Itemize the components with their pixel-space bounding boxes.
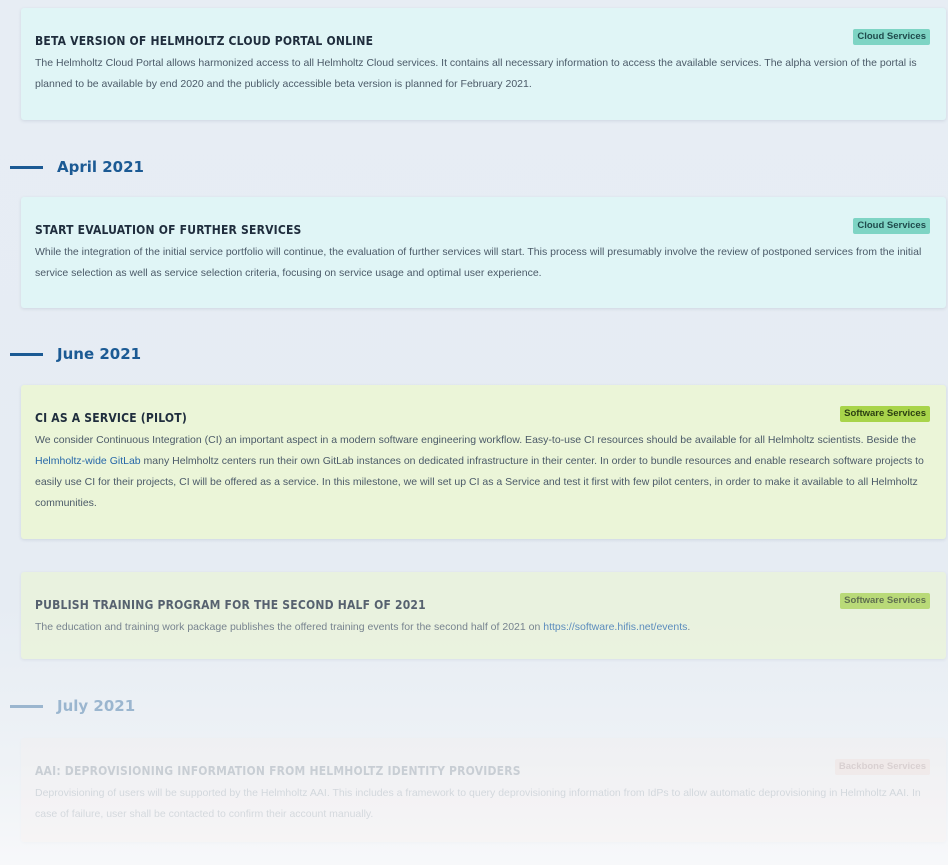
category-badge[interactable]: Software Services: [840, 406, 930, 422]
gitlab-link[interactable]: Helmholtz-wide GitLab: [35, 455, 141, 467]
month-heading: June 2021: [0, 344, 141, 364]
category-badge[interactable]: Software Services: [840, 593, 930, 609]
category-badge[interactable]: Cloud Services: [853, 218, 930, 234]
category-badge[interactable]: Backbone Services: [834, 759, 930, 775]
milestone-title: START EVALUATION OF FURTHER SERVICES: [35, 223, 302, 237]
milestone-card: Backbone Services AAI: DEPROVISIONING IN…: [21, 738, 946, 842]
milestone-card: Software Services CI AS A SERVICE (PILOT…: [21, 385, 946, 539]
month-label: April 2021: [57, 158, 144, 176]
training-events-link[interactable]: https://software.hifis.net/events: [543, 621, 687, 633]
milestone-card: Cloud Services START EVALUATION OF FURTH…: [21, 197, 946, 308]
timeline-marker: [10, 352, 43, 356]
milestone-description: We consider Continuous Integration (CI) …: [35, 430, 932, 514]
month-heading: April 2021: [0, 157, 144, 177]
category-badge[interactable]: Cloud Services: [853, 29, 930, 45]
description-text: many Helmholtz centers run their own Git…: [35, 455, 924, 509]
milestone-card: Software Services PUBLISH TRAINING PROGR…: [21, 572, 946, 659]
milestone-title: BETA VERSION OF HELMHOLTZ CLOUD PORTAL O…: [35, 34, 374, 48]
month-heading: July 2021: [0, 696, 135, 716]
month-label: June 2021: [57, 345, 142, 363]
milestone-title: CI AS A SERVICE (PILOT): [35, 411, 187, 425]
description-text: We consider Continuous Integration (CI) …: [35, 434, 917, 446]
milestone-title: AAI: DEPROVISIONING INFORMATION FROM HEL…: [35, 764, 521, 778]
milestone-description: The Helmholtz Cloud Portal allows harmon…: [35, 57, 917, 90]
milestone-timeline: Cloud Services BETA VERSION OF HELMHOLTZ…: [0, 0, 948, 865]
milestone-description: While the integration of the initial ser…: [35, 246, 922, 279]
milestone-card: Cloud Services BETA VERSION OF HELMHOLTZ…: [21, 8, 946, 120]
timeline-marker: [10, 704, 43, 708]
milestone-description: Deprovisioning of users will be supporte…: [35, 787, 921, 820]
month-label: July 2021: [57, 697, 136, 715]
milestone-description: The education and training work package …: [35, 617, 932, 638]
description-text: .: [687, 621, 691, 633]
timeline-marker: [10, 165, 43, 169]
description-text: The education and training work package …: [35, 621, 544, 633]
milestone-title: PUBLISH TRAINING PROGRAM FOR THE SECOND …: [35, 598, 426, 612]
